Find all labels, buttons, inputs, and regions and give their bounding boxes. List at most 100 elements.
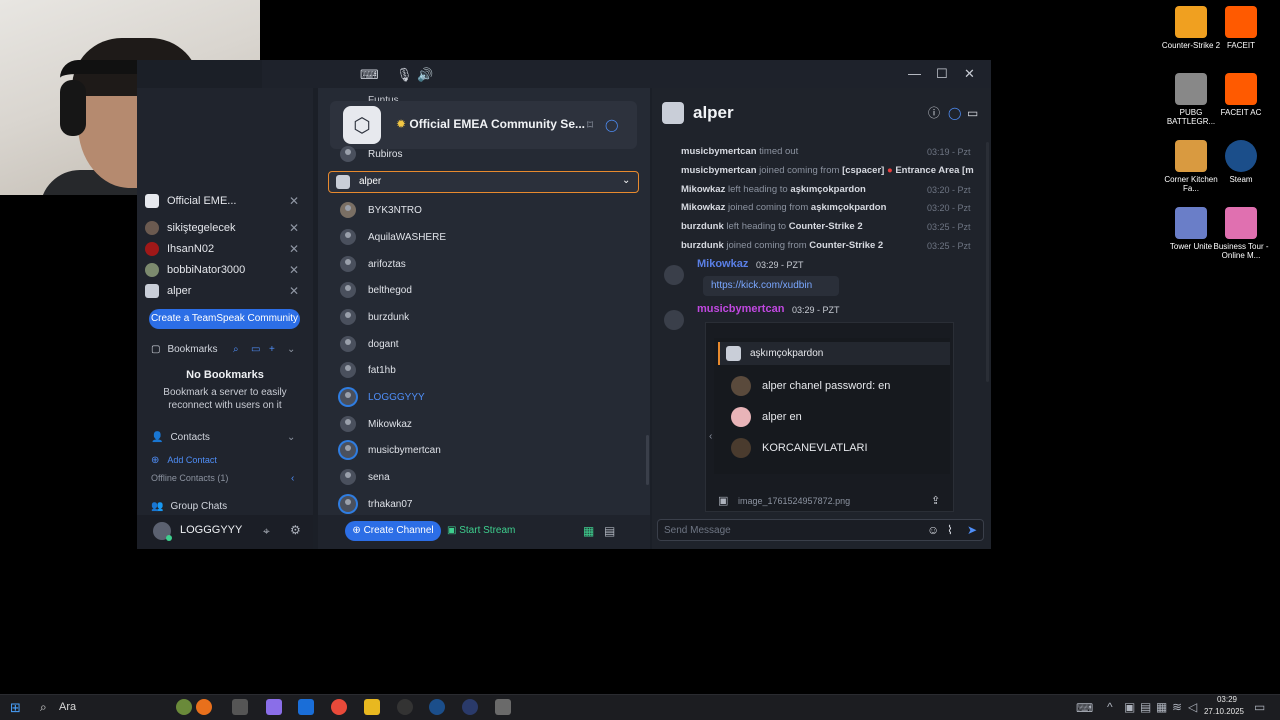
create-community-button[interactable]: Create a TeamSpeak Community	[149, 309, 300, 329]
task-view-icon[interactable]	[232, 699, 248, 715]
group-chats-header[interactable]: 👥 Group Chats	[145, 500, 305, 512]
minimize-button[interactable]: —	[908, 66, 921, 81]
send-message-input[interactable]	[664, 521, 914, 539]
tab-server[interactable]: alper ✕	[145, 281, 305, 301]
channel-user[interactable]: BYK3NTRO	[340, 200, 600, 220]
channel-user[interactable]: burzdunk	[340, 307, 600, 327]
scrollbar[interactable]	[646, 435, 649, 485]
copilot-icon[interactable]	[266, 699, 282, 715]
avatar	[340, 146, 356, 162]
tab-user[interactable]: sikiştegelecek ✕	[145, 218, 305, 238]
gear-icon[interactable]: ⚙	[290, 523, 301, 537]
user-name: Rubiros	[368, 148, 403, 160]
folder-icon[interactable]: ▭	[251, 344, 260, 355]
tray-icon[interactable]: ▣	[1124, 700, 1135, 714]
tab-user[interactable]: IhsanN02 ✕	[145, 239, 305, 259]
channel-user[interactable]: fat1hb	[340, 360, 600, 380]
outlook-icon[interactable]	[298, 699, 314, 715]
message-author[interactable]: musicbymertcan	[697, 303, 784, 315]
add-icon[interactable]: +	[269, 344, 275, 355]
desktop-icon-business-tour[interactable]: Business Tour - Online M...	[1211, 207, 1271, 260]
chevron-down-icon[interactable]: ⌄	[622, 175, 630, 186]
start-stream-button[interactable]: ▣ Start Stream	[447, 521, 515, 541]
app-icon[interactable]	[495, 699, 511, 715]
file-explorer-icon[interactable]	[364, 699, 380, 715]
close-button[interactable]: ✕	[964, 66, 975, 82]
clock-time[interactable]: 03:29	[1213, 695, 1241, 704]
keyboard-icon[interactable]: ⌨	[1076, 701, 1093, 715]
search-icon[interactable]: ⌕	[233, 344, 239, 355]
info-icon[interactable]: ⓘ	[928, 106, 940, 120]
close-icon[interactable]: ✕	[289, 284, 299, 298]
bookmark-icon: ▢	[151, 343, 161, 355]
offline-contacts[interactable]: Offline Contacts (1) ‹	[145, 469, 305, 487]
speaker-icon[interactable]: 🔊	[417, 67, 433, 83]
notification-icon[interactable]: ▭	[1254, 700, 1265, 714]
clock-date[interactable]: 27.10.2025	[1203, 707, 1245, 716]
channel-user[interactable]: sena	[340, 467, 600, 487]
tray-icon[interactable]: ▤	[1140, 700, 1151, 714]
avatar[interactable]	[664, 310, 684, 330]
channel-user[interactable]: arifoztas	[340, 254, 600, 274]
close-icon[interactable]: ✕	[289, 242, 299, 256]
taskbar-search[interactable]: Ara	[59, 701, 76, 713]
add-contact-button[interactable]: ⊕ Add Contact	[145, 451, 305, 469]
share-icon[interactable]: ⇪	[931, 494, 940, 508]
chevron-down-icon[interactable]: ⌄	[287, 344, 295, 355]
chat-icon[interactable]: ◯	[605, 118, 618, 132]
collapse-handle-icon[interactable]: ‹	[709, 431, 712, 442]
channel-user[interactable]: dogant	[340, 334, 600, 354]
maximize-button[interactable]: ☐	[936, 66, 948, 82]
folder-icon[interactable]: ▭	[967, 106, 978, 120]
channel-user[interactable]: belthegod	[340, 280, 600, 300]
send-icon[interactable]: ➤	[967, 523, 977, 537]
close-icon[interactable]: ✕	[289, 221, 299, 235]
emoji-icon[interactable]: ☺	[927, 523, 939, 537]
close-icon[interactable]: ✕	[289, 194, 299, 208]
channel-user[interactable]: Mikowkaz	[340, 414, 600, 434]
avatar	[340, 309, 356, 325]
create-channel-button[interactable]: ⊕ Create Channel	[345, 521, 441, 541]
chrome-icon[interactable]	[331, 699, 347, 715]
search-highlight-icon[interactable]	[196, 699, 212, 715]
steam-icon[interactable]	[429, 699, 445, 715]
chevron-up-icon[interactable]: ^	[1107, 700, 1113, 714]
volume-icon[interactable]: ◁	[1188, 700, 1197, 714]
avatar[interactable]	[664, 265, 684, 285]
app-icon[interactable]	[397, 699, 413, 715]
search-icon[interactable]: ⌕	[40, 700, 47, 715]
wifi-icon[interactable]: ≋	[1172, 700, 1182, 714]
teamspeak-icon[interactable]	[462, 699, 478, 715]
bookmarks-header[interactable]: ▢ Bookmarks ⌕ ▭ + ⌄	[145, 340, 305, 358]
channel-user-self[interactable]: LOGGGYYY	[340, 387, 600, 407]
chat-icon[interactable]: ◯	[948, 106, 961, 120]
attach-icon[interactable]: ⌇	[947, 523, 953, 537]
desktop-icon-steam[interactable]: Steam	[1211, 140, 1271, 184]
channel-user[interactable]: Rubiros	[340, 144, 600, 164]
channel-user[interactable]: AquilaWASHERE	[340, 227, 600, 247]
channel-user[interactable]: musicbymertcan	[340, 440, 600, 460]
channel-name: alper	[359, 176, 382, 187]
windows-start-icon[interactable]: ⊞	[10, 700, 21, 716]
log-entry: musicbymertcan joined coming from [cspac…	[681, 165, 974, 176]
desktop-icon-faceit[interactable]: FACEIT	[1211, 6, 1271, 50]
tray-icon[interactable]: ▦	[1156, 700, 1167, 714]
tab-user[interactable]: bobbiNator3000 ✕	[145, 260, 305, 280]
scrollbar[interactable]	[986, 142, 989, 382]
desktop-icon-faceit-ac[interactable]: FACEIT AC	[1211, 73, 1271, 117]
chevron-down-icon[interactable]: ⌄	[287, 432, 295, 443]
close-icon[interactable]: ✕	[289, 263, 299, 277]
microphone-icon[interactable]: 🎙	[396, 67, 413, 83]
camera-icon[interactable]: ▤	[604, 524, 615, 538]
message-author[interactable]: Mikowkaz	[697, 258, 748, 270]
location-icon[interactable]: ⌖	[263, 524, 270, 538]
channel-user[interactable]: trhakan07	[340, 494, 600, 514]
message-link[interactable]: https://kick.com/xudbin	[703, 276, 839, 296]
avatar	[340, 496, 356, 512]
screen-icon[interactable]: ▦	[583, 524, 594, 538]
contacts-header[interactable]: 👤 Contacts ⌄	[145, 428, 305, 446]
search-highlight-icon[interactable]	[176, 699, 192, 715]
tab-server[interactable]: Official EME... ✕	[145, 191, 305, 211]
bookmark-icon[interactable]: ⌑	[587, 118, 593, 132]
keyboard-icon[interactable]: ⌨	[360, 67, 379, 83]
